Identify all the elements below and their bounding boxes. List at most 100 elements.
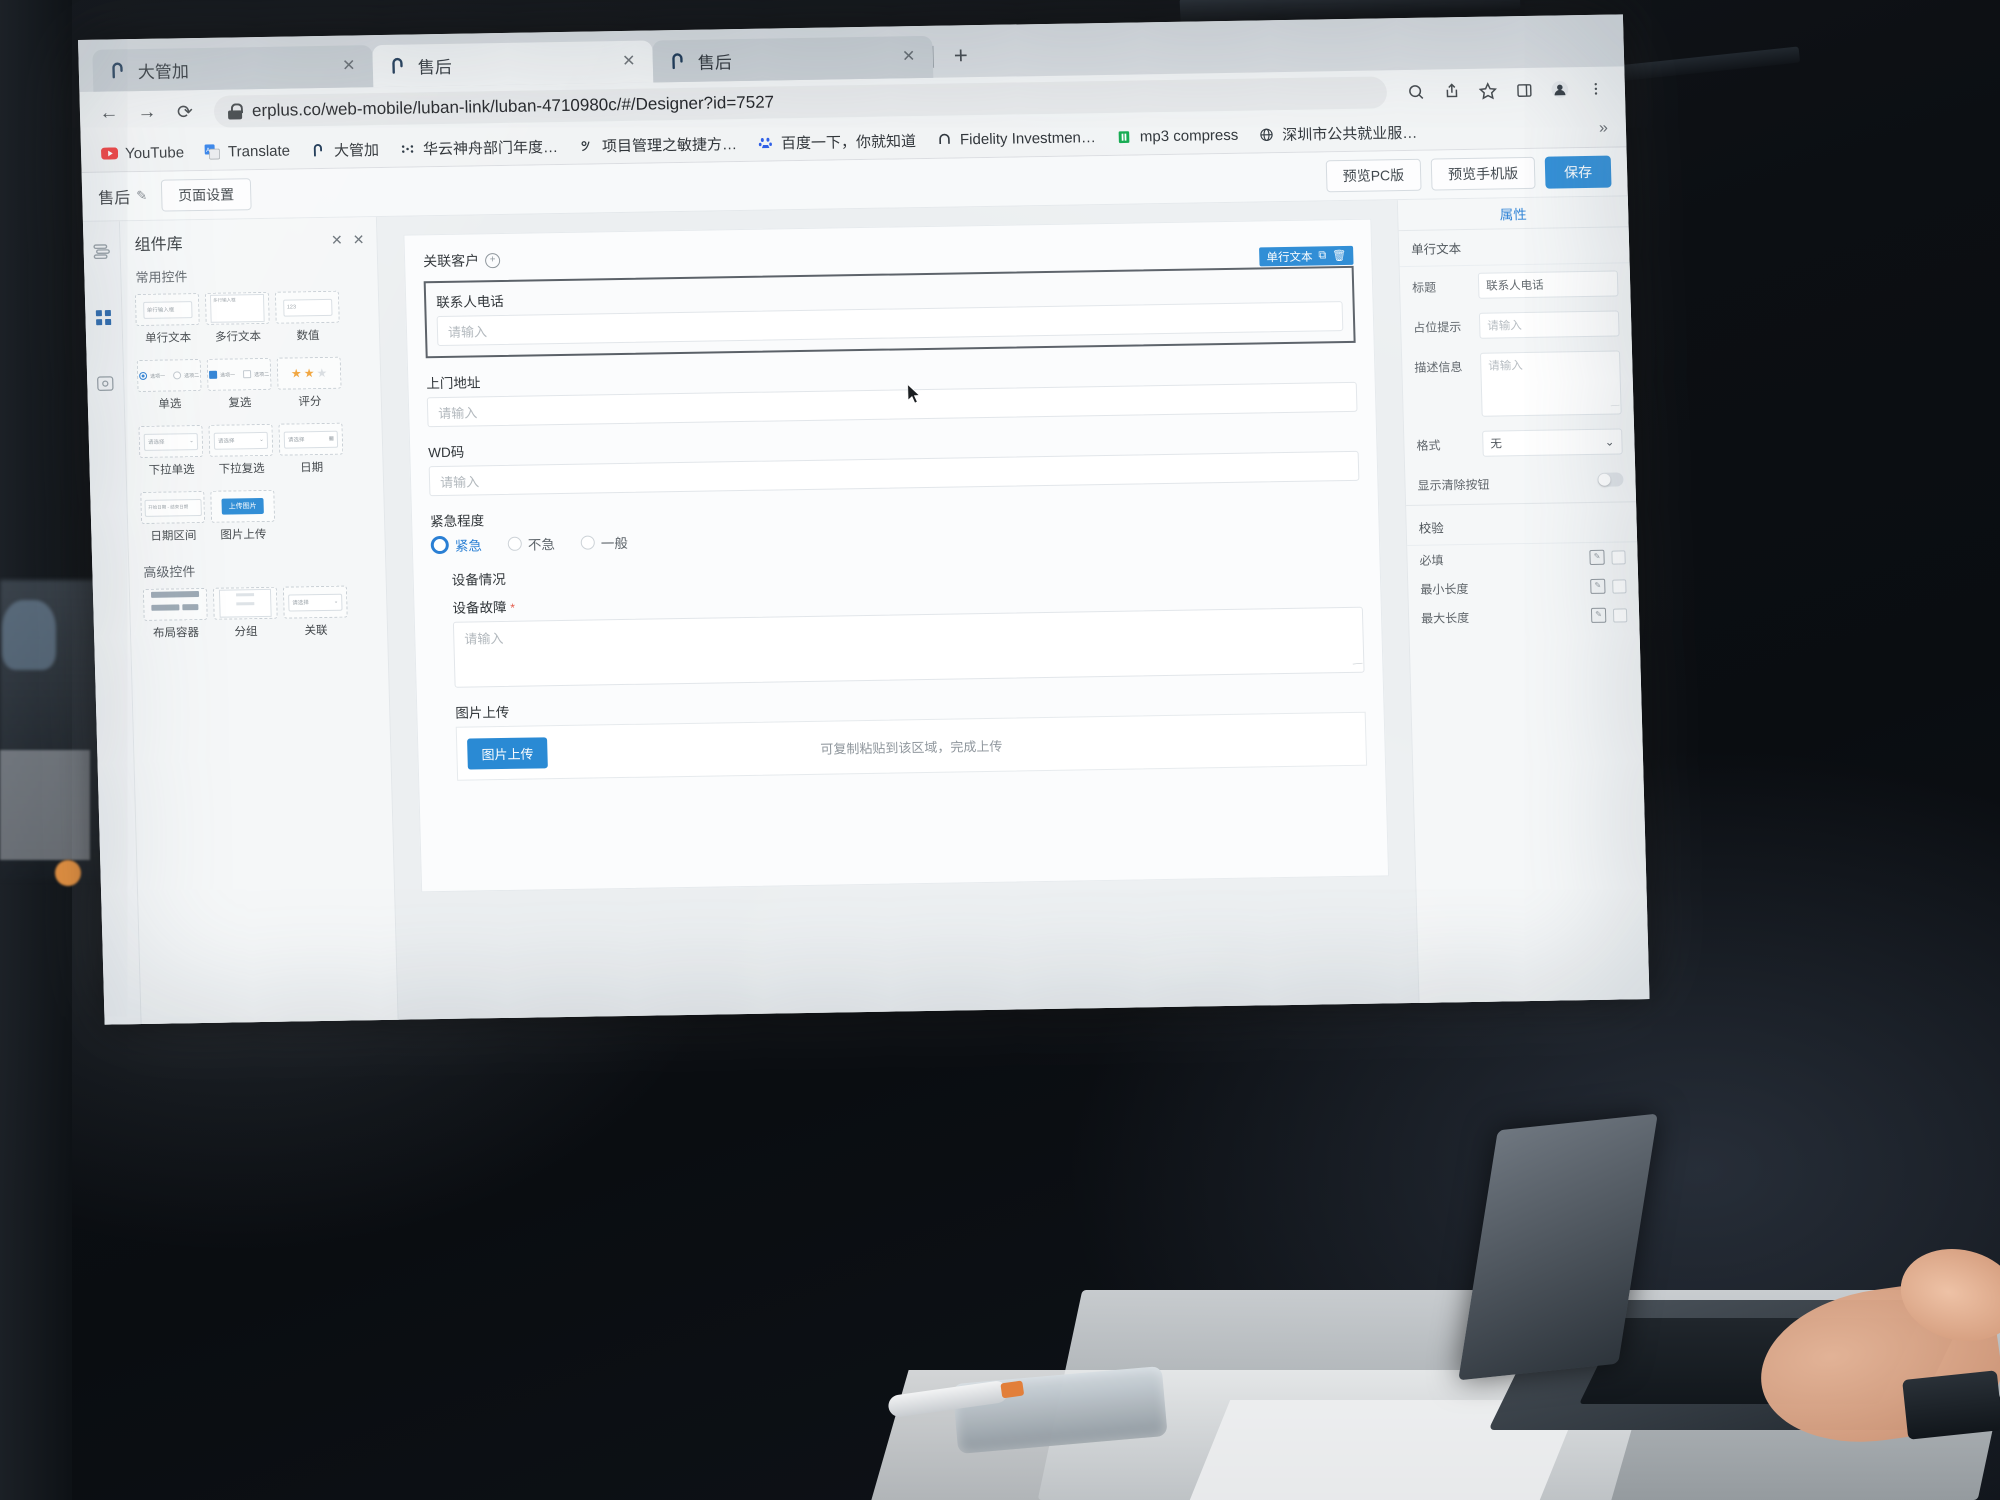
component-dropdown-single[interactable]: 请选择 ⌄ 下拉单选 (138, 424, 204, 478)
bookmark-youtube[interactable]: YouTube (93, 140, 193, 167)
trash-icon[interactable]: 🗑 (1332, 249, 1346, 262)
field-visit-address[interactable]: 上门地址 请输入 (426, 357, 1358, 428)
property-value-input[interactable]: 请输入 (1478, 310, 1620, 339)
share-icon[interactable] (1434, 74, 1469, 109)
resize-grip-icon[interactable]: ⟋ (1608, 400, 1620, 412)
component-layout-container[interactable]: 布局容器 (142, 587, 208, 641)
browser-tab-2-close[interactable]: ✕ (899, 47, 920, 67)
bookmark-agile[interactable]: 项目管理之敏捷方… (570, 128, 746, 160)
component-date[interactable]: 请选择 ▦ 日期 (278, 422, 344, 476)
component-number[interactable]: 123 数值 (274, 290, 340, 344)
property-format-select[interactable]: 无 ⌄ (1482, 428, 1623, 457)
property-label: 格式 (1416, 438, 1441, 453)
component-multi-line-text[interactable]: 多行输入框 多行文本 (204, 291, 270, 345)
preview-mobile-button[interactable]: 预览手机版 (1430, 156, 1536, 191)
tab-properties[interactable]: 属性 (1397, 196, 1629, 232)
radio-option-normal[interactable]: 一般 (580, 532, 629, 553)
resize-grip-icon[interactable]: ⟋ (1351, 658, 1364, 671)
browser-tab-2[interactable]: 售后 ✕ (652, 35, 934, 83)
property-title[interactable]: 标题 联系人电话 (1400, 263, 1631, 307)
component-dropdown-multi[interactable]: 请选择 ⌄ 下拉复选 (208, 423, 274, 477)
upload-image-button[interactable]: 图片上传 (467, 736, 548, 770)
side-panel-icon[interactable] (1506, 73, 1541, 108)
bookmark-fidelity[interactable]: Fidelity Investmen… (928, 125, 1105, 153)
panel-divider (1406, 501, 1637, 507)
edit-icon[interactable]: ✎ (1590, 607, 1607, 623)
browser-tab-1-close[interactable]: ✕ (619, 52, 640, 72)
common-components-grid: 单行输入框 单行文本 多行输入框 多行文本 123 数值 选项一 选项二 单选 … (134, 290, 373, 550)
radio-option-urgent[interactable]: 紧急 (430, 534, 483, 555)
bookmark-huayun[interactable]: 华云神舟部门年度… (391, 131, 567, 163)
component-checkbox[interactable]: 选项一 选项二 复选 (206, 357, 272, 411)
reload-icon[interactable]: ⟳ (168, 95, 203, 130)
back-icon[interactable]: ← (92, 96, 127, 131)
bookmark-translate[interactable]: A Translate (196, 138, 299, 165)
component-rating[interactable]: ★ ★ ★ 评分 (276, 356, 342, 410)
component-radio[interactable]: 选项一 选项二 单选 (136, 358, 202, 412)
component-label: 多行文本 (214, 330, 262, 344)
preview-pc-button[interactable]: 预览PC版 (1325, 158, 1422, 193)
component-image-upload[interactable]: 上传图片 图片上传 (210, 489, 276, 543)
property-show-clear-button[interactable]: 显示清除按钮 (1405, 461, 1636, 501)
validation-label: 最大长度 (1420, 610, 1470, 626)
form-canvas[interactable]: 关联客户 + 单行文本 ⧉ 🗑 联系人电话 请输入 上门地址 请输入 WD码 请… (403, 218, 1390, 893)
field-urgency[interactable]: 紧急程度 紧急 不急 一般 (430, 495, 1361, 555)
browser-tab-1-title: 售后 (417, 57, 453, 77)
component-single-line-text[interactable]: 单行输入框 单行文本 (134, 293, 200, 346)
property-value-input[interactable]: 联系人电话 (1477, 270, 1619, 299)
validation-max-length[interactable]: 最大长度 ✎ (1409, 600, 1640, 633)
property-placeholder[interactable]: 占位提示 请输入 (1401, 303, 1632, 347)
bookmark-label: 项目管理之敏捷方… (601, 135, 738, 155)
browser-tab-1[interactable]: 售后 ✕ (372, 40, 654, 88)
property-format[interactable]: 格式 无 ⌄ (1404, 421, 1635, 465)
validation-checkbox[interactable] (1611, 549, 1626, 565)
property-description[interactable]: 描述信息 请输入 ⟋ (1402, 343, 1634, 425)
bookmark-star-icon[interactable] (1470, 73, 1505, 108)
chrome-menu-icon[interactable] (1578, 72, 1613, 107)
component-group[interactable]: 分组 (212, 586, 278, 640)
browser-tab-0-close[interactable]: ✕ (339, 56, 360, 76)
close-icon[interactable]: ✕ (353, 231, 365, 248)
bookmark-shenzhen[interactable]: 深圳市公共就业服… (1250, 117, 1426, 149)
copy-icon[interactable]: ⧉ (1318, 249, 1326, 262)
components-grid-icon[interactable] (91, 305, 116, 329)
plus-circle-icon[interactable]: + (484, 252, 501, 268)
field-selected-wrapper[interactable]: 单行文本 ⧉ 🗑 联系人电话 请输入 (423, 245, 1356, 359)
upload-dropzone[interactable]: 图片上传 可复制粘贴到该区域，完成上传 (455, 711, 1368, 781)
data-source-icon[interactable] (93, 371, 118, 395)
pencil-icon[interactable]: ✎ (136, 188, 147, 204)
radio-option-not-urgent[interactable]: 不急 (507, 533, 556, 554)
new-tab-button[interactable]: + (943, 39, 978, 74)
save-button[interactable]: 保存 (1544, 155, 1612, 189)
shouhou-favicon-2 (672, 52, 683, 69)
field-contact-phone[interactable]: 单行文本 ⧉ 🗑 联系人电话 请输入 (423, 245, 1356, 359)
profile-avatar-icon[interactable] (1542, 72, 1577, 107)
forward-icon[interactable]: → (130, 96, 165, 131)
pin-icon[interactable]: ✕ (331, 231, 343, 248)
clear-button-toggle[interactable] (1597, 472, 1624, 487)
globe-icon (1258, 126, 1275, 143)
validation-checkbox[interactable] (1612, 607, 1628, 623)
page-settings-button[interactable]: 页面设置 (160, 178, 252, 212)
edit-icon[interactable]: ✎ (1589, 549, 1605, 565)
outline-icon[interactable] (89, 239, 114, 263)
search-icon[interactable] (1398, 75, 1433, 110)
bookmark-mp3compress[interactable]: mp3 compress (1108, 122, 1247, 149)
field-equipment-fault[interactable]: 设备故障 * 请输入 ⟋ (432, 582, 1365, 688)
bookmark-daguanjia[interactable]: 大管加 (302, 134, 388, 164)
browser-tab-0[interactable]: 大管加 ✕ (92, 45, 374, 92)
bookmarks-overflow-button[interactable]: » (1599, 120, 1614, 138)
radio-label: 紧急 (454, 538, 483, 554)
component-date-range[interactable]: 开始日期 - 结束日期 日期区间 (140, 490, 206, 544)
google-translate-icon: A (204, 143, 221, 160)
edit-icon[interactable]: ✎ (1590, 578, 1606, 594)
validation-required[interactable]: 必填 ✎ (1407, 542, 1638, 575)
field-image-upload[interactable]: 图片上传 图片上传 可复制粘贴到该区域，完成上传 (435, 687, 1368, 781)
validation-checkbox[interactable] (1612, 578, 1627, 594)
bookmark-baidu[interactable]: 百度一下，你就知道 (749, 125, 925, 157)
component-relation[interactable]: 请选择 ⌄ 关联 (282, 585, 348, 639)
validation-min-length[interactable]: 最小长度 ✎ (1408, 571, 1639, 604)
property-value-textarea[interactable]: 请输入 ⟋ (1479, 350, 1622, 417)
field-wd-code[interactable]: WD码 请输入 (428, 426, 1360, 497)
field-textarea[interactable]: 请输入 ⟋ (452, 606, 1365, 688)
